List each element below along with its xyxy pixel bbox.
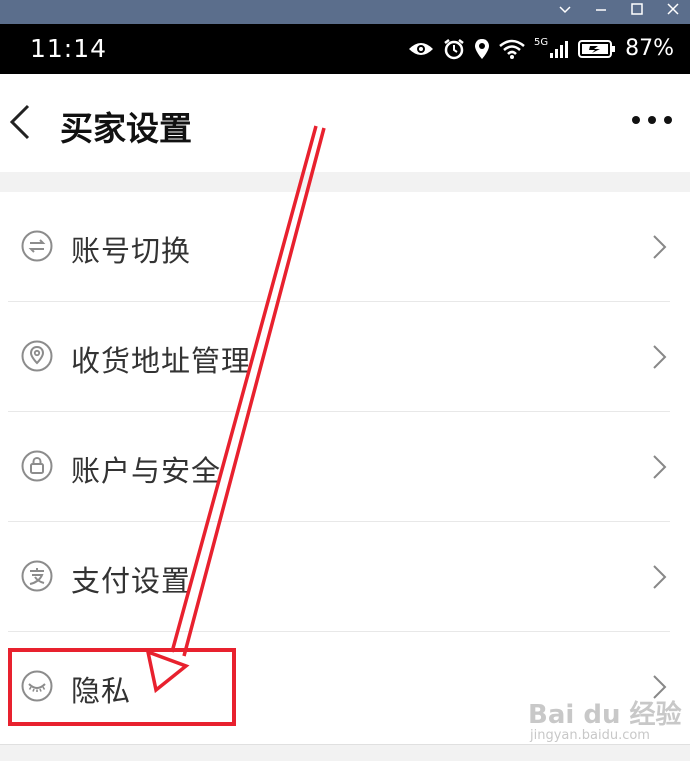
lock-icon [21, 450, 53, 482]
location-pin-icon [474, 38, 489, 59]
page-header: 买家设置 [0, 74, 690, 172]
settings-item-label: 收货地址管理 [71, 344, 252, 378]
window-titlebar [0, 0, 690, 24]
pay-icon [21, 560, 53, 592]
battery-icon [578, 39, 616, 58]
annotation-highlight-box [8, 648, 236, 726]
page-title: 买家设置 [60, 109, 192, 148]
watermark-logo: Bai du 经验 [528, 700, 682, 730]
alarm-icon [444, 38, 464, 59]
chevron-down-icon[interactable] [558, 2, 572, 16]
chevron-right-icon [653, 565, 667, 589]
settings-item-account-switch[interactable]: 账号切换 [0, 192, 690, 302]
more-options-icon[interactable] [632, 116, 672, 124]
eye-icon [408, 42, 433, 55]
switch-icon [21, 230, 53, 262]
bottom-gap [0, 744, 690, 761]
wifi-icon [499, 39, 525, 59]
network-type: 5G [533, 37, 549, 48]
section-gap [0, 172, 690, 193]
chevron-right-icon [653, 235, 667, 259]
minimize-icon[interactable] [594, 2, 608, 16]
watermark-url: jingyan.baidu.com [530, 728, 650, 743]
maximize-icon[interactable] [630, 2, 644, 16]
back-arrow-icon[interactable] [8, 104, 32, 140]
chevron-right-icon [653, 345, 667, 369]
close-icon[interactable] [666, 2, 680, 16]
status-bar: 11:14 5G 87% [0, 24, 690, 74]
location-icon [21, 340, 53, 372]
settings-item-address[interactable]: 收货地址管理 [0, 302, 690, 412]
settings-item-label: 账户与安全 [71, 454, 222, 488]
battery-percentage: 87% [625, 36, 674, 61]
settings-item-payment[interactable]: 支付设置 [0, 522, 690, 632]
settings-item-label: 账号切换 [71, 234, 192, 268]
settings-item-security[interactable]: 账户与安全 [0, 412, 690, 522]
status-time: 11:14 [30, 34, 108, 63]
chevron-right-icon [653, 455, 667, 479]
settings-item-label: 支付设置 [71, 564, 192, 598]
signal-icon [550, 40, 569, 58]
